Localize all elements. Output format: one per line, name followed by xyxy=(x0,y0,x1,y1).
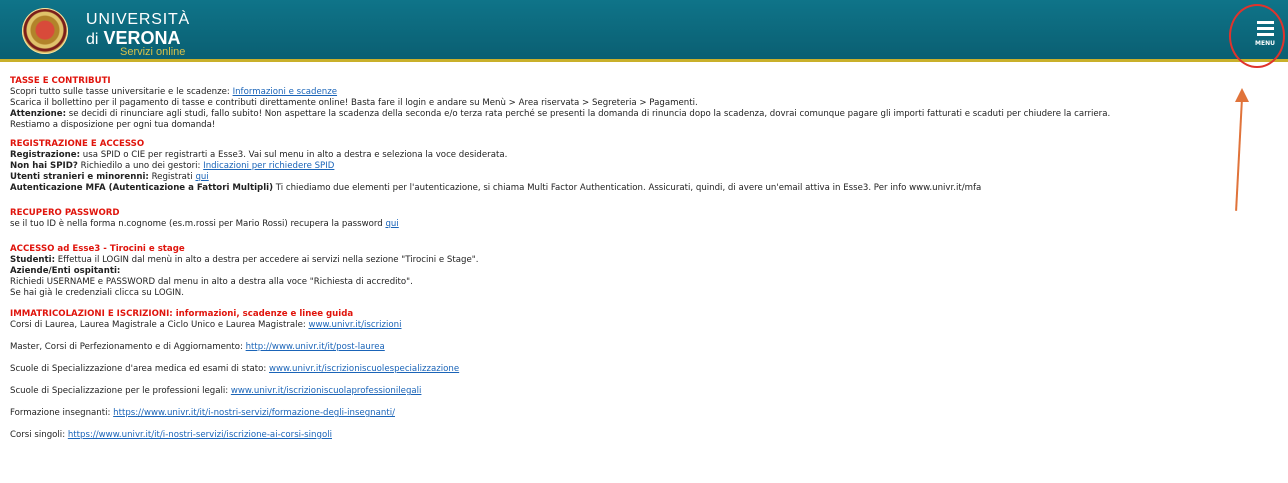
link-iscrizioni[interactable]: www.univr.it/iscrizioni xyxy=(308,320,401,330)
tasse-l1-text: Scopri tutto sulle tasse universitarie e… xyxy=(10,87,233,97)
tasse-line1: Scopri tutto sulle tasse universitarie e… xyxy=(10,87,1230,98)
accesso-line3: Richiedi USERNAME e PASSWORD dal menu in… xyxy=(10,277,413,287)
reg-l1-text: usa SPID o CIE per registrarti a Esse3. … xyxy=(80,150,508,160)
imm-item: Corsi singoli: https://www.univr.it/it/i… xyxy=(10,430,1230,441)
arrow-line-annotation xyxy=(1235,97,1243,211)
top-header: UNIVERSITÀ di VERONA Servizi online MENU xyxy=(0,0,1288,62)
section-title-accesso: ACCESSO ad Esse3 - Tirocini e stage xyxy=(10,244,185,254)
section-accesso: ACCESSO ad Esse3 - Tirocini e stage Stud… xyxy=(10,244,1230,299)
link-formazione-insegnanti[interactable]: https://www.univr.it/it/i-nostri-servizi… xyxy=(113,408,395,418)
section-immatricolazioni: IMMATRICOLAZIONI E ISCRIZIONI: informazi… xyxy=(10,309,1230,441)
reg-l4-bold: Autenticazione MFA (Autenticazione a Fat… xyxy=(10,183,274,193)
accesso-line4: Se hai già le credenziali clicca su LOGI… xyxy=(10,288,184,298)
link-registrati-qui[interactable]: qui xyxy=(195,172,208,182)
section-title-registrazione: REGISTRAZIONE E ACCESSO xyxy=(10,139,145,149)
section-tasse: TASSE E CONTRIBUTI Scopri tutto sulle ta… xyxy=(10,76,1230,131)
link-scuole-specializzazione-medica[interactable]: www.univr.it/iscrizioniscuolespecializza… xyxy=(269,364,459,374)
link-corsi-singoli[interactable]: https://www.univr.it/it/i-nostri-servizi… xyxy=(68,430,332,440)
accesso-line1: Studenti: Effettua il LOGIN dal menù in … xyxy=(10,255,1230,266)
reg-line2: Non hai SPID? Richiedilo a uno dei gesto… xyxy=(10,161,1230,172)
imm-item-text: Corsi di Laurea, Laurea Magistrale a Cic… xyxy=(10,320,309,330)
imm-item-text: Master, Corsi di Perfezionamento e di Ag… xyxy=(10,342,246,352)
tasse-l3-text: se decidi di rinunciare agli studi, fall… xyxy=(66,109,1111,119)
brand-line1: UNIVERSITÀ xyxy=(86,11,191,28)
reg-l4-text: Ti chiediamo due elementi per l'autentic… xyxy=(273,183,982,193)
reg-line3: Utenti stranieri e minorenni: Registrati… xyxy=(10,172,1230,183)
link-recupera-password-qui[interactable]: qui xyxy=(385,219,398,229)
tasse-line2: Scarica il bollettino per il pagamento d… xyxy=(10,98,698,108)
section-title-immatricolazioni: IMMATRICOLAZIONI E ISCRIZIONI: informazi… xyxy=(10,309,354,319)
reg-l1-bold: Registrazione: xyxy=(10,150,81,160)
imm-item-text: Scuole di Specializzazione d'area medica… xyxy=(10,364,269,374)
imm-item: Formazione insegnanti: https://www.univr… xyxy=(10,408,1230,419)
university-seal-logo[interactable] xyxy=(22,8,68,54)
section-title-tasse: TASSE E CONTRIBUTI xyxy=(10,76,111,86)
imm-item-text: Scuole di Specializzazione per le profes… xyxy=(10,386,231,396)
main-content: TASSE E CONTRIBUTI Scopri tutto sulle ta… xyxy=(10,76,1230,452)
brand-wordmark[interactable]: UNIVERSITÀ di VERONA xyxy=(86,12,190,50)
tasse-line3: Attenzione: se decidi di rinunciare agli… xyxy=(10,109,1230,120)
reg-line4: Autenticazione MFA (Autenticazione a Fat… xyxy=(10,183,1230,194)
recupero-l1-text: se il tuo ID è nella forma n.cognome (es… xyxy=(10,219,386,229)
reg-line1: Registrazione: usa SPID o CIE per regist… xyxy=(10,150,1230,161)
tasse-l3-bold: Attenzione: xyxy=(10,109,67,119)
link-indicazioni-spid[interactable]: Indicazioni per richiedere SPID xyxy=(203,161,334,171)
imm-item: Scuole di Specializzazione per le profes… xyxy=(10,386,1230,397)
accesso-l2-bold: Aziende/Enti ospitanti: xyxy=(10,266,121,276)
reg-l3-bold: Utenti stranieri e minorenni: xyxy=(10,172,149,182)
reg-l2-text: Richiedilo a uno dei gestori: xyxy=(77,161,204,171)
tasse-line4: Restiamo a disposizione per ogni tua dom… xyxy=(10,120,216,130)
imm-item: Corsi di Laurea, Laurea Magistrale a Cic… xyxy=(10,320,1230,331)
reg-l3-text: Registrati xyxy=(148,172,196,182)
recupero-line1: se il tuo ID è nella forma n.cognome (es… xyxy=(10,219,1230,230)
imm-item-text: Corsi singoli: xyxy=(10,430,68,440)
imm-item: Master, Corsi di Perfezionamento e di Ag… xyxy=(10,342,1230,353)
accesso-l1-bold: Studenti: xyxy=(10,255,56,265)
link-informazioni-scadenze[interactable]: Informazioni e scadenze xyxy=(233,87,337,97)
section-title-recupero: RECUPERO PASSWORD xyxy=(10,208,120,218)
reg-l2-bold: Non hai SPID? xyxy=(10,161,78,171)
brand-subtitle: Servizi online xyxy=(120,46,186,58)
link-scuola-professioni-legali[interactable]: www.univr.it/iscrizioniscuolaprofessioni… xyxy=(231,386,422,396)
section-recupero: RECUPERO PASSWORD se il tuo ID è nella f… xyxy=(10,208,1230,230)
accesso-line2: Aziende/Enti ospitanti: xyxy=(10,266,1230,277)
brand-di: di xyxy=(86,31,99,48)
brand-verona: VERONA xyxy=(103,28,181,48)
imm-item: Scuole di Specializzazione d'area medica… xyxy=(10,364,1230,375)
imm-item-text: Formazione insegnanti: xyxy=(10,408,114,418)
highlight-circle-annotation xyxy=(1229,4,1285,68)
link-post-laurea[interactable]: http://www.univr.it/it/post-laurea xyxy=(246,342,385,352)
section-registrazione: REGISTRAZIONE E ACCESSO Registrazione: u… xyxy=(10,139,1230,194)
accesso-l1-text: Effettua il LOGIN dal menù in alto a des… xyxy=(55,255,479,265)
